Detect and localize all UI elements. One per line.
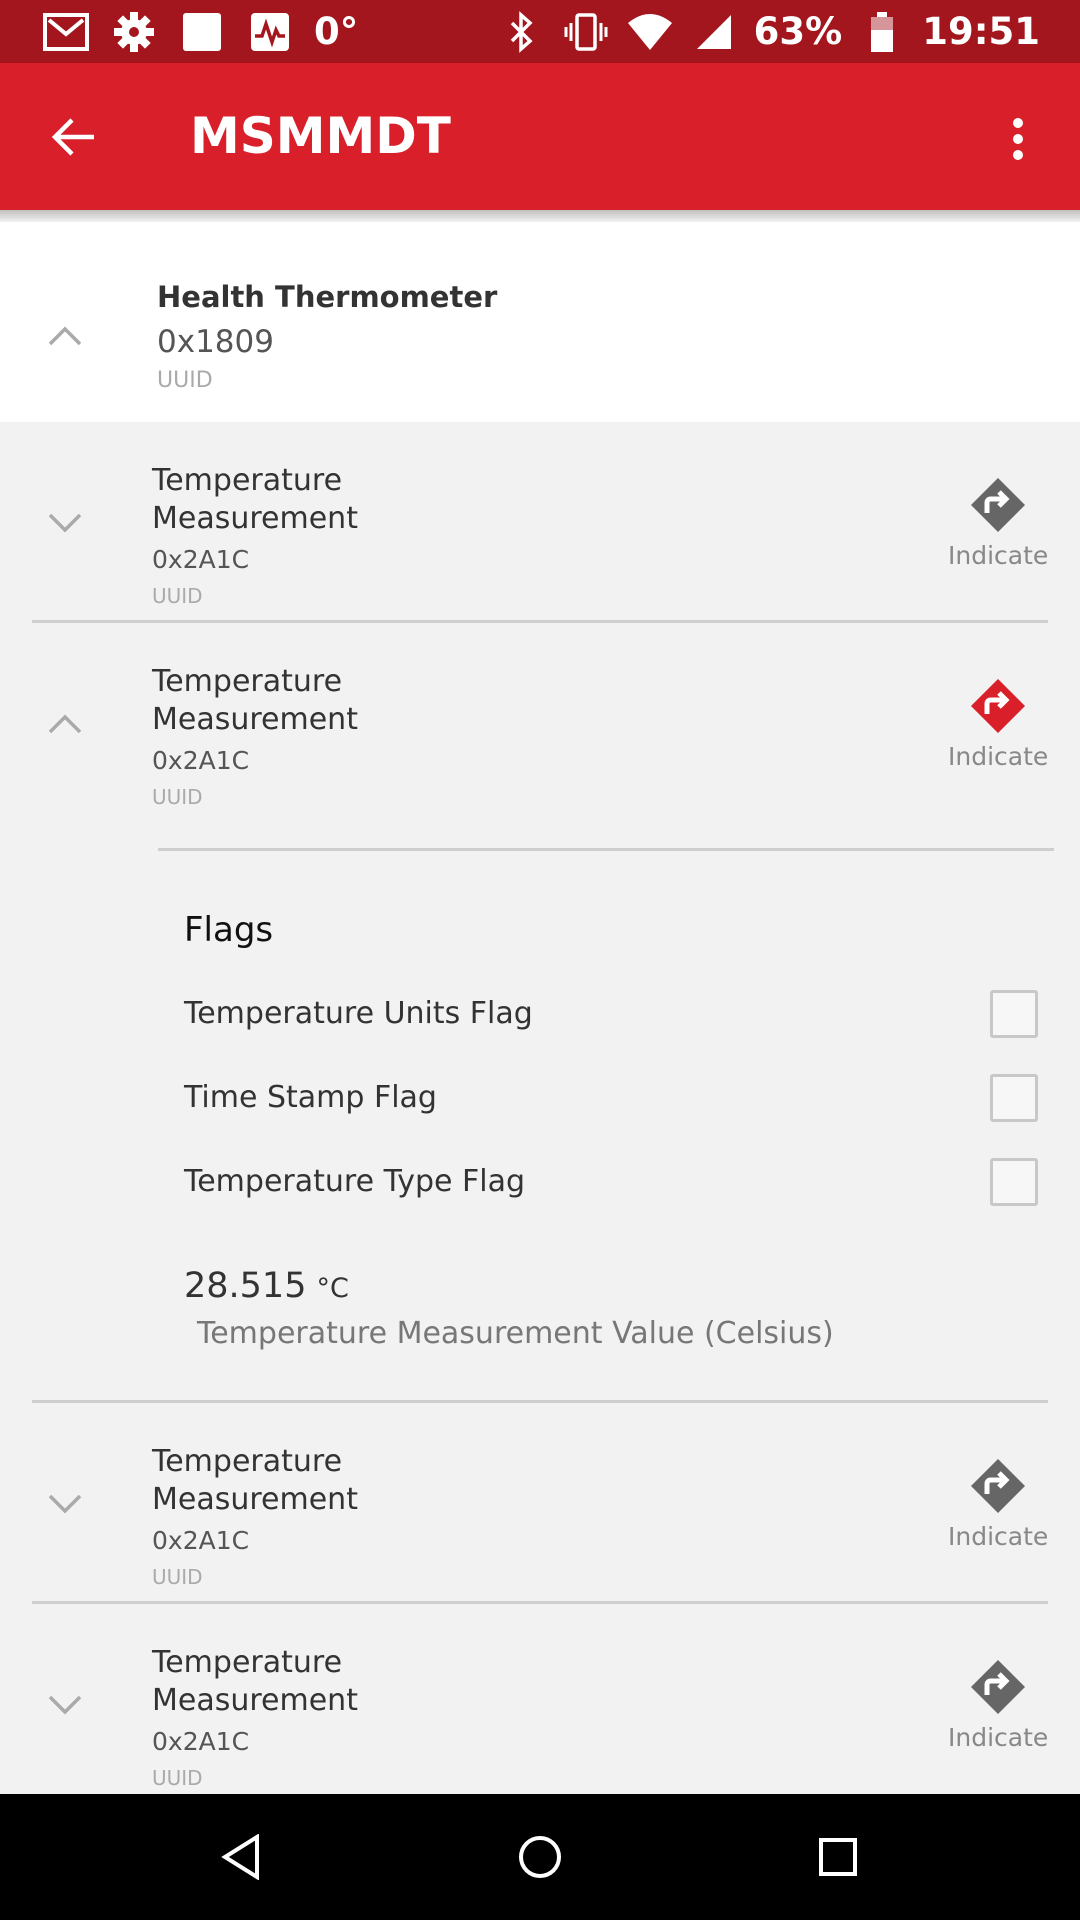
back-button[interactable]	[40, 107, 106, 167]
row-divider	[32, 1400, 1048, 1403]
app-bar-shadow	[0, 210, 1080, 222]
temperature-units-checkbox[interactable]	[990, 990, 1038, 1038]
flag-row[interactable]: Time Stamp Flag	[184, 1070, 1038, 1130]
chevron-down-icon[interactable]	[45, 1691, 85, 1719]
arrow-left-icon	[51, 118, 94, 156]
characteristic-uuid: 0x2A1C	[152, 1526, 250, 1555]
cell-signal-icon	[690, 8, 738, 56]
service-name: Health Thermometer	[157, 280, 498, 314]
flag-label: Time Stamp Flag	[184, 1080, 437, 1115]
characteristic-uuid: 0x2A1C	[152, 746, 250, 775]
battery-icon	[858, 8, 906, 56]
characteristic-uuid: 0x2A1C	[152, 1727, 250, 1756]
temperature-value-row: 28.515 °C	[184, 1266, 349, 1306]
flags-title: Flags	[184, 910, 274, 950]
indicate-icon	[971, 1459, 1025, 1513]
indicate-label: Indicate	[948, 1723, 1049, 1752]
status-bar: 0° 63% 19:51	[0, 0, 1080, 63]
status-time: 19:51	[922, 10, 1040, 53]
characteristic-row-expanded[interactable]: Temperature Measurement 0x2A1C UUID Indi…	[0, 653, 1080, 853]
vibrate-icon	[562, 8, 610, 56]
status-temperature: 0°	[314, 10, 359, 53]
temperature-value-label: Temperature Measurement Value (Celsius)	[197, 1316, 834, 1351]
indicate-icon	[971, 1660, 1025, 1714]
triangle-back-icon	[221, 1834, 259, 1880]
temperature-value: 28.515	[184, 1266, 307, 1306]
indicate-icon	[971, 679, 1025, 733]
characteristic-uuid-label: UUID	[152, 584, 203, 608]
indicate-button[interactable]: Indicate	[948, 477, 1048, 570]
characteristic-name: Temperature Measurement	[152, 1645, 358, 1718]
characteristic-uuid: 0x2A1C	[152, 545, 250, 574]
indicate-label: Indicate	[948, 1522, 1049, 1551]
page-title: MSMMDT	[190, 107, 451, 165]
nav-home-button[interactable]	[508, 1825, 572, 1889]
status-bar-left: 0°	[42, 0, 358, 63]
time-stamp-checkbox[interactable]	[990, 1074, 1038, 1122]
details-divider	[158, 848, 1054, 851]
navigation-bar	[0, 1794, 1080, 1920]
temperature-type-checkbox[interactable]	[990, 1158, 1038, 1206]
overflow-menu-button[interactable]	[996, 107, 1040, 171]
indicate-button[interactable]: Indicate	[948, 1458, 1048, 1551]
chevron-up-icon[interactable]	[45, 322, 85, 350]
row-divider	[32, 1601, 1048, 1604]
top-strip	[0, 222, 1080, 250]
activity-pulse-icon	[246, 8, 294, 56]
temperature-unit: °C	[316, 1273, 349, 1304]
indicate-label: Indicate	[948, 742, 1049, 771]
gmail-icon	[42, 8, 90, 56]
chevron-down-icon[interactable]	[45, 509, 85, 537]
characteristic-uuid-label: UUID	[152, 1565, 203, 1589]
characteristic-name: Temperature Measurement	[152, 1444, 358, 1517]
bluetooth-icon	[498, 8, 546, 56]
battery-percentage: 63%	[753, 10, 843, 53]
service-header[interactable]: Health Thermometer 0x1809 UUID	[0, 250, 1080, 422]
indicate-label: Indicate	[948, 541, 1049, 570]
settings-gear-icon	[110, 8, 158, 56]
status-bar-right: 63% 19:51	[498, 0, 1040, 63]
wifi-icon	[626, 8, 674, 56]
flag-label: Temperature Units Flag	[184, 996, 533, 1031]
service-uuid: 0x1809	[157, 324, 274, 360]
chevron-down-icon[interactable]	[45, 1490, 85, 1518]
square-recents-icon	[819, 1838, 857, 1876]
row-divider	[32, 620, 1048, 623]
characteristic-name: Temperature Measurement	[152, 463, 358, 536]
app-bar: MSMMDT	[0, 63, 1080, 210]
flag-row[interactable]: Temperature Units Flag	[184, 986, 1038, 1046]
indicate-button[interactable]: Indicate	[948, 1659, 1048, 1752]
nav-recents-button[interactable]	[806, 1825, 870, 1889]
indicate-icon	[971, 478, 1025, 532]
characteristic-uuid-label: UUID	[152, 785, 203, 809]
square-notification-icon	[178, 8, 226, 56]
circle-home-icon	[519, 1836, 561, 1878]
indicate-button-active[interactable]: Indicate	[948, 678, 1048, 771]
service-uuid-label: UUID	[157, 368, 213, 393]
chevron-up-icon[interactable]	[45, 710, 85, 738]
characteristic-name: Temperature Measurement	[152, 664, 358, 737]
nav-back-button[interactable]	[209, 1825, 273, 1889]
flag-row[interactable]: Temperature Type Flag	[184, 1154, 1038, 1214]
more-vert-icon	[1013, 118, 1023, 160]
flag-label: Temperature Type Flag	[184, 1164, 526, 1199]
characteristic-uuid-label: UUID	[152, 1766, 203, 1790]
